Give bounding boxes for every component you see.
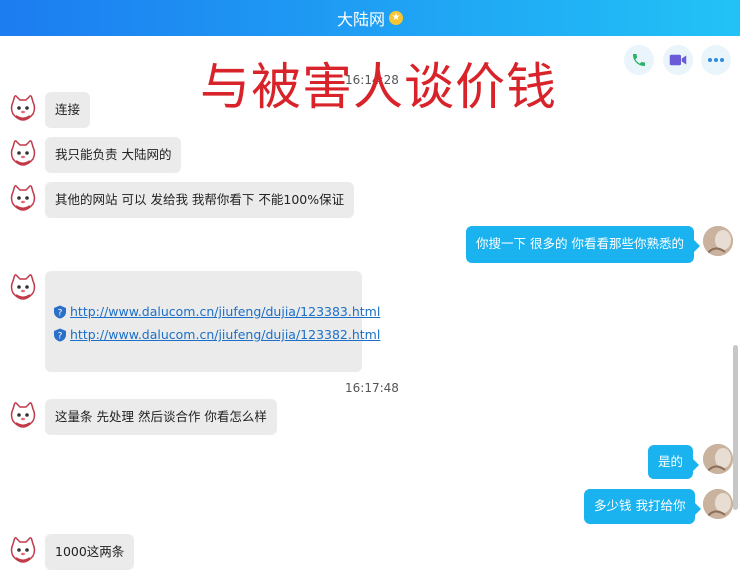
contact-avatar[interactable] bbox=[8, 272, 38, 302]
message-text: 1000这两条 bbox=[55, 543, 125, 559]
video-call-button[interactable] bbox=[663, 45, 693, 75]
user-photo-icon bbox=[703, 489, 733, 519]
star-icon: ★ bbox=[389, 11, 403, 25]
message-bubble-outgoing[interactable]: 是的 bbox=[648, 445, 700, 479]
message-bubble-incoming[interactable]: 1000这两条 bbox=[45, 534, 135, 570]
message-text: 是的 bbox=[658, 453, 684, 469]
message-text: 连接 bbox=[55, 101, 81, 117]
cat-avatar-icon bbox=[10, 272, 36, 300]
user-photo-icon bbox=[703, 226, 733, 256]
link-row: ? http://www.dalucom.cn/jiufeng/dujia/12… bbox=[53, 327, 380, 342]
cat-avatar-icon bbox=[10, 93, 36, 121]
timestamp: 16:17:48 bbox=[345, 381, 399, 395]
scrollbar-thumb[interactable] bbox=[733, 345, 738, 510]
voice-call-button[interactable] bbox=[624, 45, 654, 75]
message-text: 我只能负责 大陆网的 bbox=[55, 146, 172, 162]
svg-text:?: ? bbox=[58, 331, 63, 341]
phone-icon bbox=[633, 54, 645, 66]
link-row: ? http://www.dalucom.cn/jiufeng/dujia/12… bbox=[53, 304, 380, 319]
overlay-caption: 与被害人谈价钱 bbox=[200, 58, 557, 116]
cat-avatar-icon bbox=[10, 138, 36, 166]
more-icon bbox=[708, 58, 724, 62]
cat-avatar-icon bbox=[10, 183, 36, 211]
url-link[interactable]: http://www.dalucom.cn/jiufeng/dujia/1233… bbox=[70, 304, 380, 319]
message-text: 多少钱 我打给你 bbox=[594, 498, 686, 514]
contact-avatar[interactable] bbox=[8, 93, 38, 123]
message-bubble-incoming[interactable]: 这量条 先处理 然后谈合作 你看怎么样 bbox=[45, 399, 277, 435]
user-avatar[interactable] bbox=[703, 489, 733, 519]
message-text: 这量条 先处理 然后谈合作 你看怎么样 bbox=[55, 408, 267, 424]
title-bar: 大陆网 ★ bbox=[0, 0, 740, 36]
cat-avatar-icon bbox=[10, 535, 36, 563]
user-photo-icon bbox=[703, 444, 733, 474]
message-bubble-outgoing[interactable]: 多少钱 我打给你 bbox=[584, 489, 702, 524]
shield-warning-icon: ? bbox=[54, 305, 66, 318]
message-bubble-outgoing[interactable]: 你搜一下 很多的 你看看那些你熟悉的 bbox=[466, 226, 700, 263]
window-title: 大陆网 bbox=[336, 10, 385, 29]
message-text: 其他的网站 可以 发给我 我帮你看下 不能100%保证 bbox=[55, 191, 345, 207]
message-text: 你搜一下 很多的 你看看那些你熟悉的 bbox=[476, 236, 684, 252]
svg-text:?: ? bbox=[58, 308, 63, 318]
user-avatar[interactable] bbox=[703, 444, 733, 474]
message-bubble-incoming[interactable]: 其他的网站 可以 发给我 我帮你看下 不能100%保证 bbox=[45, 182, 355, 218]
message-bubble-incoming[interactable]: 连接 bbox=[45, 92, 91, 128]
contact-avatar[interactable] bbox=[8, 535, 38, 565]
message-bubble-links[interactable]: ? http://www.dalucom.cn/jiufeng/dujia/12… bbox=[45, 271, 380, 372]
more-button[interactable] bbox=[701, 45, 731, 75]
message-bubble-incoming[interactable]: 我只能负责 大陆网的 bbox=[45, 137, 182, 173]
contact-avatar[interactable] bbox=[8, 138, 38, 168]
contact-avatar[interactable] bbox=[8, 400, 38, 430]
url-link[interactable]: http://www.dalucom.cn/jiufeng/dujia/1233… bbox=[70, 327, 380, 342]
cat-avatar-icon bbox=[10, 400, 36, 428]
contact-avatar[interactable] bbox=[8, 183, 38, 213]
shield-warning-icon: ? bbox=[54, 328, 66, 341]
video-icon bbox=[669, 54, 687, 66]
user-avatar[interactable] bbox=[703, 226, 733, 256]
